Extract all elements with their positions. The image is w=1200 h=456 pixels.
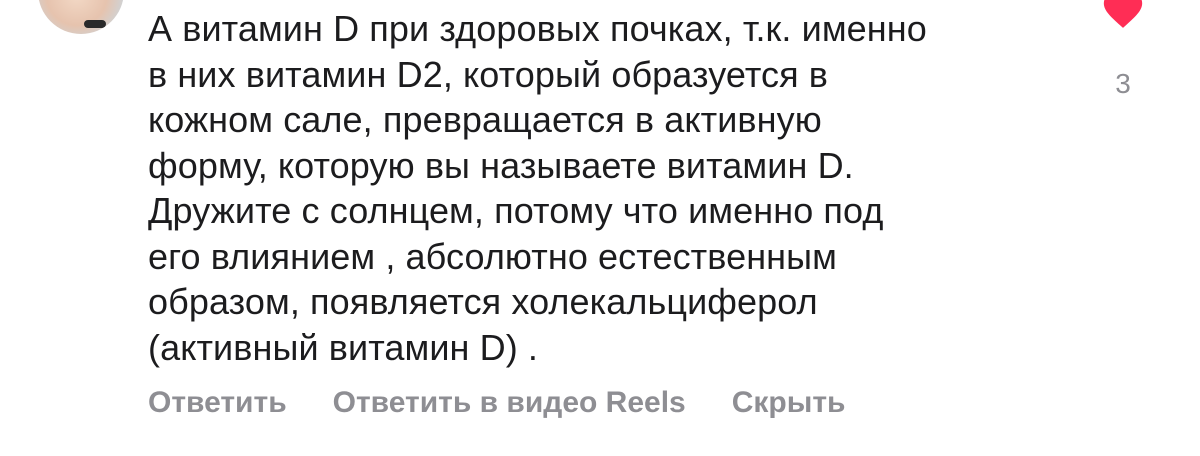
hide-button[interactable]: Скрыть [732,386,846,420]
comment-line: А витамин D при здоровых почках, т.к. им… [148,8,927,49]
comment-line: форму, которую вы называете витамин D. [148,144,854,186]
comment-line: (активный витамин D) . [148,326,539,368]
comment-line: кожном сале, превращается в активную [148,99,822,140]
comment-actions: Ответить Ответить в видео Reels Скрыть [148,386,845,420]
reply-in-reels-button[interactable]: Ответить в видео Reels [333,386,686,420]
comment-text: А витамин D при здоровых почках, т.к. им… [148,6,1048,370]
comment-line: образом, появляется холекальциферол [148,281,818,322]
avatar-detail [84,20,106,28]
avatar[interactable] [38,0,124,34]
like-area: 3 [1094,0,1152,110]
comment-line: в них витамин D2, который образуется в [148,53,829,95]
comment-line: его влиянием , абсолютно естественным [148,235,837,277]
comment-line: Дружите с солнцем, потому что именно под [148,190,884,231]
reply-button[interactable]: Ответить [148,386,287,420]
like-count: 3 [1115,68,1131,99]
heart-icon[interactable] [1100,0,1146,34]
